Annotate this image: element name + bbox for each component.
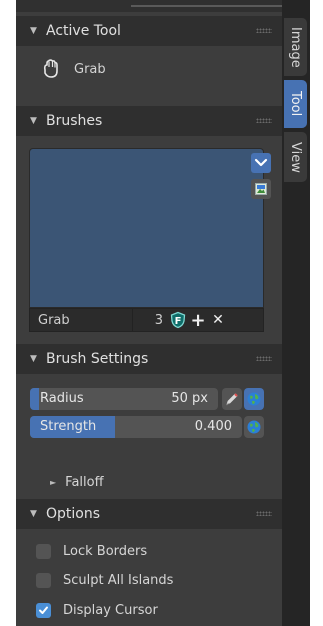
globe-icon — [247, 392, 261, 406]
radius-value: 50 px — [171, 391, 208, 406]
tab-tool[interactable]: Tool — [284, 80, 307, 128]
drag-grip-icon[interactable] — [256, 511, 272, 516]
strength-label: Strength — [40, 419, 97, 434]
sculpt-all-islands-checkbox[interactable]: Sculpt All Islands — [36, 573, 173, 588]
checkbox-box — [36, 573, 51, 588]
top-strip — [16, 0, 282, 12]
brush-name-field[interactable]: Grab — [30, 309, 133, 331]
display-cursor-checkbox[interactable]: Display Cursor — [36, 603, 158, 618]
brushes-title: Brushes — [46, 113, 103, 129]
display-cursor-label: Display Cursor — [63, 603, 158, 618]
brushes-header[interactable]: ▼ Brushes — [16, 106, 282, 136]
tab-view[interactable]: View — [284, 132, 307, 182]
checkmark-icon — [39, 606, 48, 614]
brush-dropdown-button[interactable] — [251, 153, 271, 173]
falloff-subpanel-header[interactable]: ► Falloff — [50, 475, 104, 490]
plus-icon: + — [190, 309, 206, 331]
lock-borders-label: Lock Borders — [63, 544, 148, 559]
radius-label: Radius — [40, 391, 84, 406]
drag-grip-icon[interactable] — [256, 118, 272, 123]
active-tool-name: Grab — [74, 61, 106, 77]
checkbox-box — [36, 544, 51, 559]
triangle-down-icon: ▼ — [30, 354, 37, 364]
radius-pressure-button[interactable] — [222, 388, 242, 410]
tab-image-label: Image — [288, 26, 303, 68]
triangle-right-icon: ► — [50, 478, 57, 487]
lock-borders-checkbox[interactable]: Lock Borders — [36, 544, 147, 559]
drag-grip-icon[interactable] — [256, 28, 272, 33]
falloff-label: Falloff — [65, 475, 104, 490]
svg-text:F: F — [175, 316, 182, 327]
checkbox-box — [36, 603, 51, 618]
fake-user-button[interactable]: F — [169, 311, 187, 329]
active-tool-item[interactable]: Grab — [40, 58, 106, 80]
radius-slider[interactable]: Radius 50 px — [30, 388, 218, 410]
radius-slider-fill — [30, 388, 40, 410]
options-title: Options — [46, 506, 101, 522]
triangle-down-icon: ▼ — [30, 116, 37, 126]
close-icon: ✕ — [212, 312, 224, 328]
triangle-down-icon: ▼ — [30, 26, 37, 36]
options-header[interactable]: ▼ Options — [16, 499, 282, 529]
grab-hand-icon — [40, 58, 62, 80]
globe-icon — [247, 420, 261, 434]
strength-slider[interactable]: Strength 0.400 — [30, 416, 242, 438]
triangle-down-icon: ▼ — [30, 509, 37, 519]
brush-settings-title: Brush Settings — [46, 351, 149, 367]
strength-value: 0.400 — [194, 419, 232, 434]
fake-user-shield-icon: F — [170, 311, 186, 329]
chevron-down-icon — [254, 158, 268, 167]
sculpt-all-islands-label: Sculpt All Islands — [63, 573, 174, 588]
drag-grip-icon[interactable] — [256, 356, 272, 361]
image-browse-icon — [255, 183, 267, 195]
tab-image[interactable]: Image — [284, 18, 307, 76]
brush-preview[interactable] — [29, 148, 264, 308]
pen-pressure-icon — [226, 393, 238, 406]
sidebar-panel: ▼ Active Tool Grab ▼ Brushes Grab 3 F + … — [16, 12, 282, 626]
blender-properties-sidebar: ▼ Active Tool Grab ▼ Brushes Grab 3 F + … — [0, 0, 323, 626]
brush-datablock-bar: Grab 3 F + ✕ — [29, 308, 264, 332]
brush-settings-header[interactable]: ▼ Brush Settings — [16, 344, 282, 374]
brush-user-count[interactable]: 3 — [133, 313, 167, 328]
new-brush-button[interactable]: + — [189, 309, 207, 331]
brush-image-browse-button[interactable] — [251, 179, 271, 199]
top-divider — [131, 5, 282, 7]
active-tool-title: Active Tool — [46, 23, 121, 39]
strength-unified-button[interactable] — [244, 416, 264, 438]
tab-view-label: View — [288, 141, 303, 173]
radius-unified-button[interactable] — [244, 388, 264, 410]
tab-tool-label: Tool — [288, 91, 303, 117]
active-tool-header[interactable]: ▼ Active Tool — [16, 16, 282, 46]
unlink-brush-button[interactable]: ✕ — [209, 311, 227, 329]
